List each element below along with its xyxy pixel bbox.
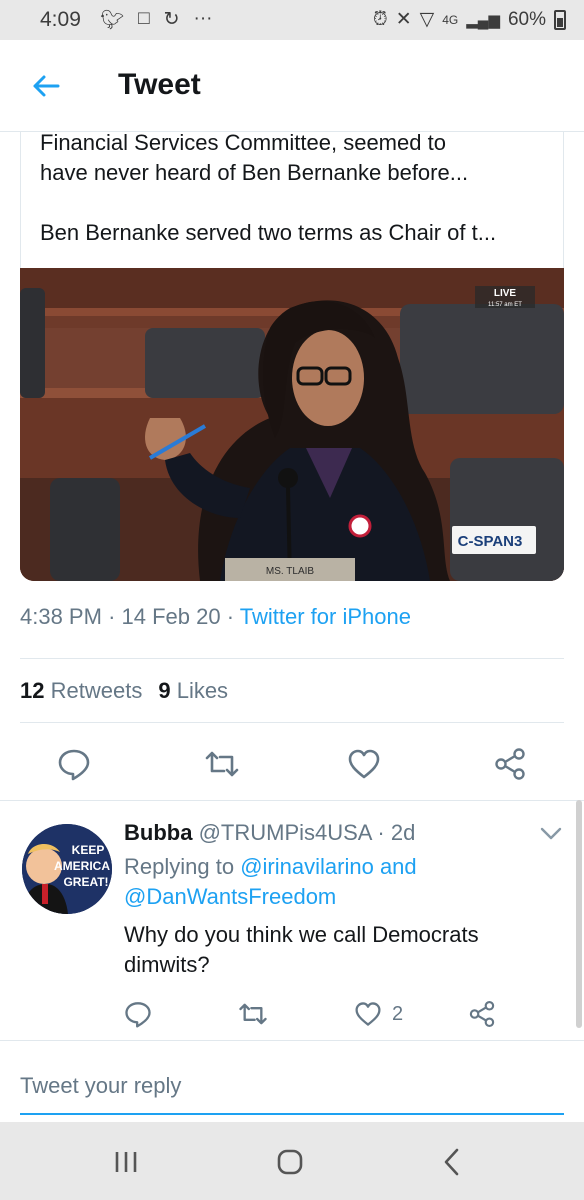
alarm-icon: ⏰︎ — [372, 8, 388, 30]
tweet-text-line: Financial Services Committee, seemed to — [40, 130, 446, 155]
channel-logo: C-SPAN3 — [458, 533, 523, 550]
reply-composer[interactable]: Tweet your reply — [0, 1040, 584, 1122]
tweet-text: Financial Services Committee, seemed to … — [40, 130, 540, 248]
tweet-time: 4:38 PM — [20, 604, 102, 629]
mute-icon: ✕ — [395, 9, 412, 30]
wifi-icon: ▽ — [419, 9, 435, 30]
reply-retweet-button[interactable] — [238, 998, 268, 1030]
retweet-button[interactable] — [200, 742, 244, 786]
home-icon — [277, 1149, 303, 1175]
mention-link[interactable]: @DanWantsFreedom — [124, 884, 336, 909]
tweet-text-line: have never heard of Ben Bernanke before.… — [40, 160, 469, 185]
recent-apps-icon — [115, 1152, 137, 1172]
replying-to: Replying to @irinavilarino and @DanWants… — [124, 852, 544, 912]
reply-actions: 2 — [124, 998, 544, 1030]
divider — [20, 658, 564, 659]
reply-tweet[interactable]: KEEP AMERICA GREAT! Bubba @TRUMPis4USA ·… — [0, 808, 584, 1040]
retweets-count: 12 — [20, 678, 45, 703]
avatar[interactable]: KEEP AMERICA GREAT! — [22, 824, 112, 914]
signal-icon: ▂▄▆ — [466, 11, 500, 29]
reply-button[interactable] — [52, 742, 96, 786]
page-title: Tweet — [118, 68, 201, 101]
tweet-date: 14 Feb 20 — [121, 604, 221, 629]
like-button[interactable] — [342, 742, 386, 786]
replying-prefix: Replying to — [124, 854, 235, 879]
share-icon — [495, 748, 525, 780]
reply-input-placeholder[interactable]: Tweet your reply — [20, 1073, 181, 1099]
reply-like-count: 2 — [392, 1002, 404, 1025]
svg-text:GREAT!: GREAT! — [63, 875, 108, 889]
reply-age: 2d — [390, 820, 416, 845]
reply-reply-button[interactable] — [124, 998, 152, 1030]
chevron-down-icon[interactable] — [540, 826, 562, 842]
tweet-meta: 4:38 PM · 14 Feb 20 · Twitter for iPhone — [20, 604, 411, 629]
divider — [20, 722, 564, 723]
live-time: 11:57 am ET — [488, 302, 522, 308]
mention-link[interactable]: @irinavilarino — [240, 854, 374, 879]
scrollbar[interactable] — [576, 800, 582, 1028]
share-button[interactable] — [488, 742, 532, 786]
input-underline — [20, 1113, 564, 1115]
video-frame: MS. TLAIB LIVE 11:57 am ET C-SPAN3 — [20, 268, 564, 581]
twitter-notification-icon: 🐦︎ — [100, 10, 125, 31]
reply-share-button[interactable] — [468, 998, 496, 1030]
like-icon — [348, 749, 380, 779]
network-type: 4G — [442, 12, 459, 27]
back-icon — [444, 1148, 459, 1176]
divider — [0, 800, 584, 801]
retweets-label: Retweets — [50, 678, 143, 703]
retweets-stat[interactable]: 12 Retweets — [20, 678, 142, 703]
reply-icon — [125, 1002, 151, 1028]
battery-percent: 60% — [507, 8, 546, 30]
battery-icon — [554, 9, 566, 30]
mention-conjunction: and — [379, 854, 417, 879]
tweet-stats: 12 Retweets 9 Likes — [20, 678, 228, 704]
live-label: LIVE — [494, 288, 517, 299]
reply-icon — [58, 749, 90, 781]
notification-icon: □ — [138, 8, 150, 29]
tweet-text-line: Ben Bernanke served two terms as Chair o… — [40, 220, 497, 245]
tweet-media-video[interactable]: MS. TLAIB LIVE 11:57 am ET C-SPAN3 — [20, 268, 564, 581]
sync-icon: ↻ — [163, 9, 180, 30]
tweet-actions — [20, 742, 564, 786]
likes-stat[interactable]: 9 Likes — [158, 678, 228, 703]
share-icon — [469, 1000, 495, 1028]
home-button[interactable] — [270, 1146, 310, 1178]
retweet-icon — [205, 751, 239, 777]
recent-apps-button[interactable] — [106, 1146, 146, 1178]
back-button[interactable] — [432, 1146, 472, 1178]
svg-text:AMERICA: AMERICA — [54, 859, 110, 873]
avatar-text: KEEP — [72, 843, 105, 857]
reply-handle[interactable]: @TRUMPis4USA — [199, 820, 372, 845]
reply-text: Why do you think we call Democrats dimwi… — [124, 922, 479, 977]
tweet-source-link[interactable]: Twitter for iPhone — [240, 604, 411, 629]
back-arrow-icon[interactable] — [30, 70, 62, 102]
likes-label: Likes — [176, 678, 229, 703]
status-bar: 4:09 🐦︎ □ ↻ ··· ⏰︎ ✕ ▽ 4G ▂▄▆ 60% — [0, 0, 584, 40]
retweet-icon — [239, 1003, 267, 1025]
system-nav-bar — [0, 1122, 584, 1200]
more-icon: ··· — [193, 8, 213, 29]
reply-author-line: Bubba @TRUMPis4USA · 2d — [124, 820, 416, 845]
like-icon — [355, 1002, 381, 1026]
reply-display-name[interactable]: Bubba — [124, 820, 192, 845]
nameplate-text: MS. TLAIB — [266, 566, 314, 577]
status-time: 4:09 — [40, 8, 81, 31]
reply-like-button[interactable]: 2 — [354, 998, 403, 1030]
likes-count: 9 — [158, 678, 171, 703]
app-header: Tweet — [0, 40, 584, 132]
